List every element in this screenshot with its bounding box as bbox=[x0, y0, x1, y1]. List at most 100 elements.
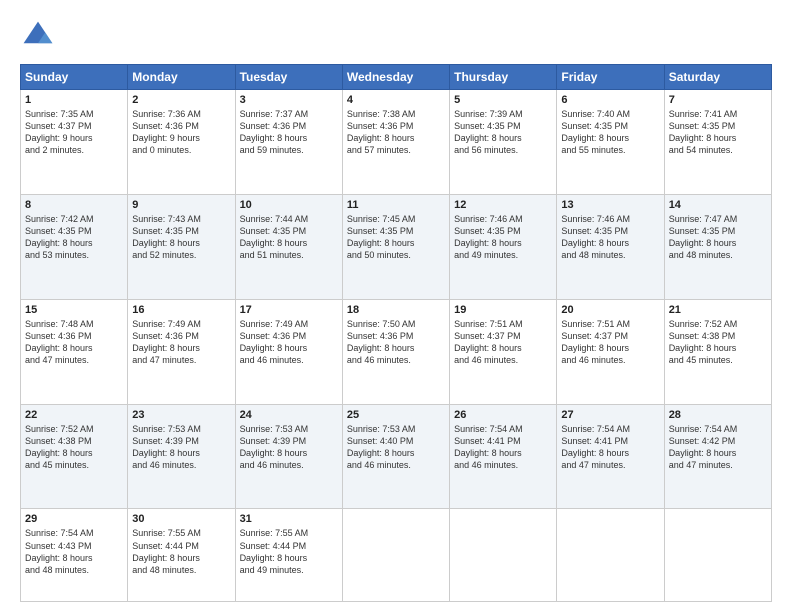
day-info: Sunrise: 7:42 AM Sunset: 4:35 PM Dayligh… bbox=[25, 213, 123, 262]
day-info: Sunrise: 7:39 AM Sunset: 4:35 PM Dayligh… bbox=[454, 108, 552, 157]
day-number: 19 bbox=[454, 304, 552, 316]
calendar-week-4: 22 Sunrise: 7:52 AM Sunset: 4:38 PM Dayli… bbox=[21, 404, 772, 509]
day-number: 31 bbox=[240, 513, 338, 525]
day-cell-4: 4Sunrise: 7:38 AM Sunset: 4:36 PM Daylig… bbox=[342, 90, 449, 195]
day-cell-18: 18 Sunrise: 7:50 AM Sunset: 4:36 PM Dayli… bbox=[342, 299, 449, 404]
day-info: Sunrise: 7:50 AM Sunset: 4:36 PM Dayligh… bbox=[347, 318, 445, 367]
day-cell-13: 13Sunrise: 7:46 AM Sunset: 4:35 PM Dayli… bbox=[557, 194, 664, 299]
day-number: 27 bbox=[561, 409, 659, 421]
page: SundayMondayTuesdayWednesdayThursdayFrid… bbox=[0, 0, 792, 612]
day-info: Sunrise: 7:35 AM Sunset: 4:37 PM Dayligh… bbox=[25, 108, 123, 157]
day-cell-15: 15 Sunrise: 7:48 AM Sunset: 4:36 PM Dayli… bbox=[21, 299, 128, 404]
day-info: Sunrise: 7:36 AM Sunset: 4:36 PM Dayligh… bbox=[132, 108, 230, 157]
day-number: 29 bbox=[25, 513, 123, 525]
calendar-table: SundayMondayTuesdayWednesdayThursdayFrid… bbox=[20, 64, 772, 602]
day-info: Sunrise: 7:52 AM Sunset: 4:38 PM Dayligh… bbox=[669, 318, 767, 367]
day-cell-23: 23 Sunrise: 7:53 AM Sunset: 4:39 PM Dayli… bbox=[128, 404, 235, 509]
weekday-header-row: SundayMondayTuesdayWednesdayThursdayFrid… bbox=[21, 65, 772, 90]
day-number: 14 bbox=[669, 199, 767, 211]
day-info: Sunrise: 7:54 AM Sunset: 4:41 PM Dayligh… bbox=[454, 423, 552, 472]
day-number: 10 bbox=[240, 199, 338, 211]
day-info: Sunrise: 7:48 AM Sunset: 4:36 PM Dayligh… bbox=[25, 318, 123, 367]
empty-cell bbox=[450, 509, 557, 602]
weekday-header-saturday: Saturday bbox=[664, 65, 771, 90]
calendar-week-2: 8 Sunrise: 7:42 AM Sunset: 4:35 PM Daylig… bbox=[21, 194, 772, 299]
day-info: Sunrise: 7:53 AM Sunset: 4:40 PM Dayligh… bbox=[347, 423, 445, 472]
day-cell-1: 1Sunrise: 7:35 AM Sunset: 4:37 PM Daylig… bbox=[21, 90, 128, 195]
day-info: Sunrise: 7:53 AM Sunset: 4:39 PM Dayligh… bbox=[132, 423, 230, 472]
day-cell-29: 29Sunrise: 7:54 AM Sunset: 4:43 PM Dayli… bbox=[21, 509, 128, 602]
day-cell-22: 22 Sunrise: 7:52 AM Sunset: 4:38 PM Dayli… bbox=[21, 404, 128, 509]
day-number: 8 bbox=[25, 199, 123, 211]
day-number: 28 bbox=[669, 409, 767, 421]
logo-icon bbox=[20, 18, 56, 54]
calendar-week-3: 15 Sunrise: 7:48 AM Sunset: 4:36 PM Dayli… bbox=[21, 299, 772, 404]
day-number: 5 bbox=[454, 94, 552, 106]
day-number: 7 bbox=[669, 94, 767, 106]
day-cell-30: 30 Sunrise: 7:55 AM Sunset: 4:44 PM Dayli… bbox=[128, 509, 235, 602]
day-cell-31: 31 Sunrise: 7:55 AM Sunset: 4:44 PM Dayli… bbox=[235, 509, 342, 602]
day-info: Sunrise: 7:45 AM Sunset: 4:35 PM Dayligh… bbox=[347, 213, 445, 262]
day-info: Sunrise: 7:44 AM Sunset: 4:35 PM Dayligh… bbox=[240, 213, 338, 262]
day-info: Sunrise: 7:43 AM Sunset: 4:35 PM Dayligh… bbox=[132, 213, 230, 262]
day-cell-10: 10 Sunrise: 7:44 AM Sunset: 4:35 PM Dayli… bbox=[235, 194, 342, 299]
day-cell-6: 6Sunrise: 7:40 AM Sunset: 4:35 PM Daylig… bbox=[557, 90, 664, 195]
day-info: Sunrise: 7:46 AM Sunset: 4:35 PM Dayligh… bbox=[454, 213, 552, 262]
day-info: Sunrise: 7:38 AM Sunset: 4:36 PM Dayligh… bbox=[347, 108, 445, 157]
day-cell-17: 17 Sunrise: 7:49 AM Sunset: 4:36 PM Dayli… bbox=[235, 299, 342, 404]
day-number: 23 bbox=[132, 409, 230, 421]
empty-cell bbox=[664, 509, 771, 602]
day-cell-9: 9 Sunrise: 7:43 AM Sunset: 4:35 PM Daylig… bbox=[128, 194, 235, 299]
day-number: 20 bbox=[561, 304, 659, 316]
day-number: 17 bbox=[240, 304, 338, 316]
day-info: Sunrise: 7:46 AM Sunset: 4:35 PM Dayligh… bbox=[561, 213, 659, 262]
day-number: 30 bbox=[132, 513, 230, 525]
logo bbox=[20, 18, 60, 54]
day-info: Sunrise: 7:53 AM Sunset: 4:39 PM Dayligh… bbox=[240, 423, 338, 472]
day-number: 6 bbox=[561, 94, 659, 106]
day-number: 15 bbox=[25, 304, 123, 316]
day-info: Sunrise: 7:51 AM Sunset: 4:37 PM Dayligh… bbox=[561, 318, 659, 367]
weekday-header-sunday: Sunday bbox=[21, 65, 128, 90]
day-cell-5: 5 Sunrise: 7:39 AM Sunset: 4:35 PM Daylig… bbox=[450, 90, 557, 195]
day-number: 3 bbox=[240, 94, 338, 106]
day-info: Sunrise: 7:49 AM Sunset: 4:36 PM Dayligh… bbox=[132, 318, 230, 367]
day-info: Sunrise: 7:55 AM Sunset: 4:44 PM Dayligh… bbox=[132, 527, 230, 576]
day-cell-25: 25 Sunrise: 7:53 AM Sunset: 4:40 PM Dayli… bbox=[342, 404, 449, 509]
day-number: 2 bbox=[132, 94, 230, 106]
day-cell-3: 3 Sunrise: 7:37 AM Sunset: 4:36 PM Daylig… bbox=[235, 90, 342, 195]
day-number: 21 bbox=[669, 304, 767, 316]
day-cell-24: 24 Sunrise: 7:53 AM Sunset: 4:39 PM Dayli… bbox=[235, 404, 342, 509]
day-cell-7: 7Sunrise: 7:41 AM Sunset: 4:35 PM Daylig… bbox=[664, 90, 771, 195]
empty-cell bbox=[342, 509, 449, 602]
day-cell-16: 16 Sunrise: 7:49 AM Sunset: 4:36 PM Dayli… bbox=[128, 299, 235, 404]
weekday-header-tuesday: Tuesday bbox=[235, 65, 342, 90]
day-info: Sunrise: 7:54 AM Sunset: 4:42 PM Dayligh… bbox=[669, 423, 767, 472]
weekday-header-thursday: Thursday bbox=[450, 65, 557, 90]
header bbox=[20, 18, 772, 54]
day-number: 18 bbox=[347, 304, 445, 316]
day-info: Sunrise: 7:52 AM Sunset: 4:38 PM Dayligh… bbox=[25, 423, 123, 472]
day-number: 22 bbox=[25, 409, 123, 421]
day-cell-11: 11 Sunrise: 7:45 AM Sunset: 4:35 PM Dayli… bbox=[342, 194, 449, 299]
day-cell-26: 26Sunrise: 7:54 AM Sunset: 4:41 PM Dayli… bbox=[450, 404, 557, 509]
day-cell-28: 28 Sunrise: 7:54 AM Sunset: 4:42 PM Dayli… bbox=[664, 404, 771, 509]
day-cell-8: 8 Sunrise: 7:42 AM Sunset: 4:35 PM Daylig… bbox=[21, 194, 128, 299]
day-info: Sunrise: 7:49 AM Sunset: 4:36 PM Dayligh… bbox=[240, 318, 338, 367]
day-number: 24 bbox=[240, 409, 338, 421]
day-cell-12: 12Sunrise: 7:46 AM Sunset: 4:35 PM Dayli… bbox=[450, 194, 557, 299]
day-number: 9 bbox=[132, 199, 230, 211]
empty-cell bbox=[557, 509, 664, 602]
day-number: 11 bbox=[347, 199, 445, 211]
day-info: Sunrise: 7:54 AM Sunset: 4:41 PM Dayligh… bbox=[561, 423, 659, 472]
day-number: 16 bbox=[132, 304, 230, 316]
calendar-week-5: 29Sunrise: 7:54 AM Sunset: 4:43 PM Dayli… bbox=[21, 509, 772, 602]
day-info: Sunrise: 7:47 AM Sunset: 4:35 PM Dayligh… bbox=[669, 213, 767, 262]
day-number: 25 bbox=[347, 409, 445, 421]
calendar-week-1: 1Sunrise: 7:35 AM Sunset: 4:37 PM Daylig… bbox=[21, 90, 772, 195]
weekday-header-wednesday: Wednesday bbox=[342, 65, 449, 90]
day-info: Sunrise: 7:55 AM Sunset: 4:44 PM Dayligh… bbox=[240, 527, 338, 576]
day-cell-2: 2 Sunrise: 7:36 AM Sunset: 4:36 PM Daylig… bbox=[128, 90, 235, 195]
day-cell-14: 14 Sunrise: 7:47 AM Sunset: 4:35 PM Dayli… bbox=[664, 194, 771, 299]
day-info: Sunrise: 7:37 AM Sunset: 4:36 PM Dayligh… bbox=[240, 108, 338, 157]
